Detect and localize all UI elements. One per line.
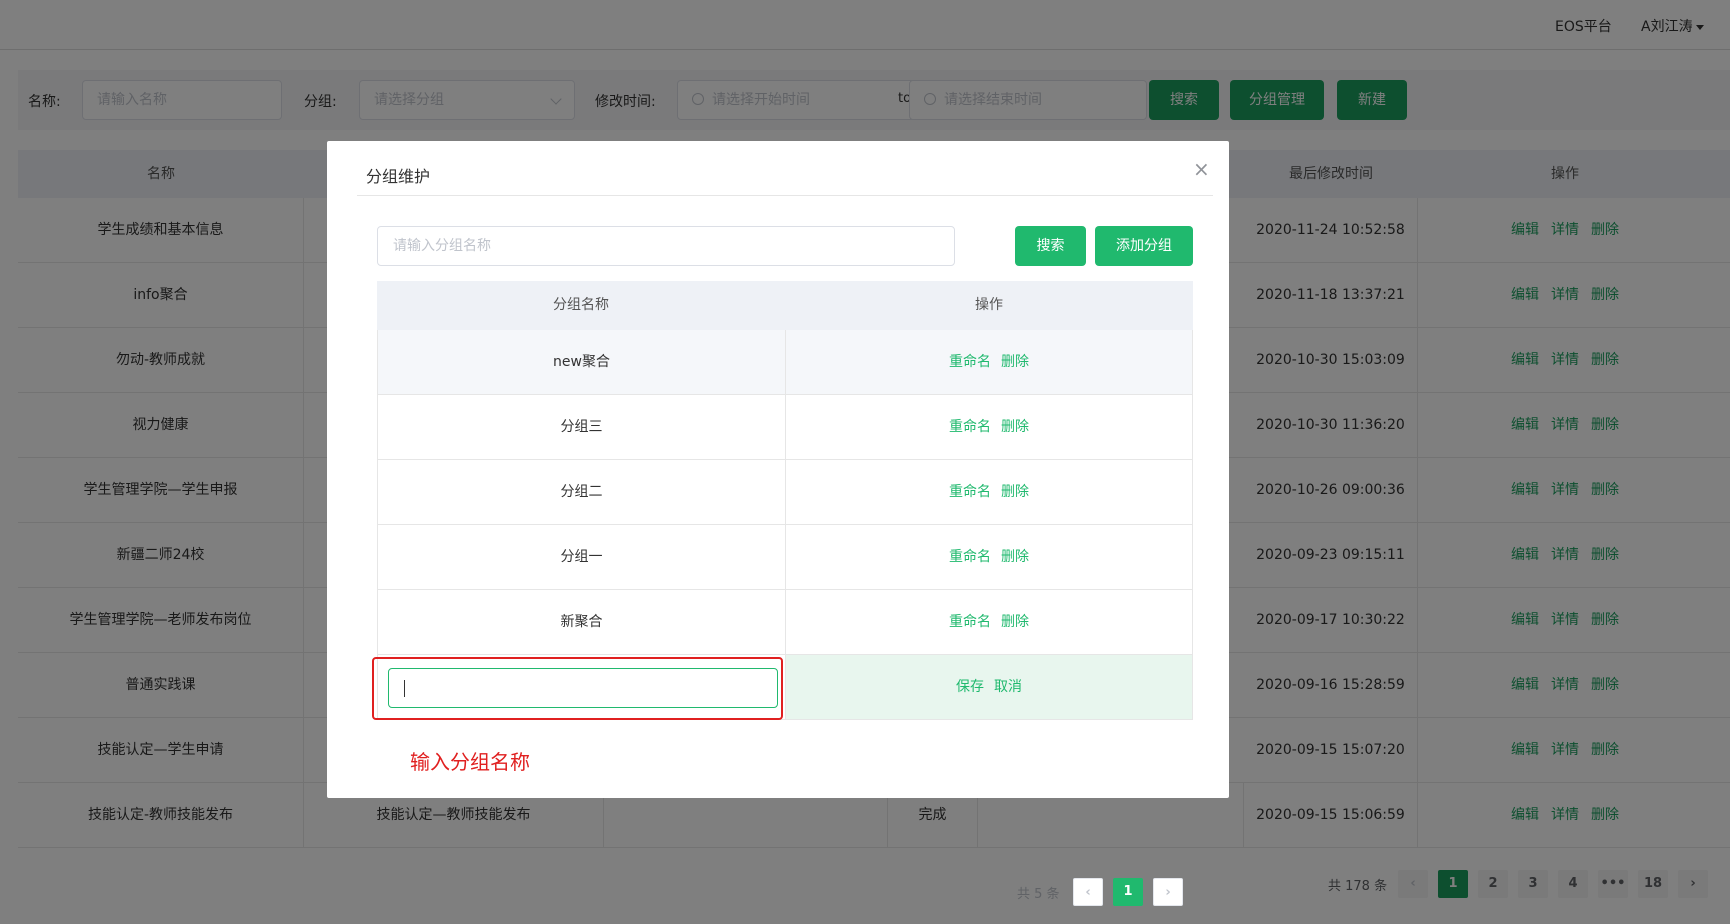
rename-link[interactable]: 重命名 [949,614,991,630]
delete-link[interactable]: 删除 [1001,419,1029,435]
dialog-next-page-button[interactable]: › [1153,878,1183,906]
group-ops: 重命名 删除 [786,330,1192,394]
group-name: 分组三 [378,395,786,459]
rename-link[interactable]: 重命名 [949,419,991,435]
new-group-ops: 保存 取消 [786,655,1192,719]
group-row: 分组二 重命名 删除 [377,460,1193,525]
group-search-input[interactable]: 请输入分组名称 [377,226,955,266]
group-row: new聚合 重命名 删除 [377,330,1193,395]
annotation-label: 输入分组名称 [410,750,530,774]
header-group-ops: 操作 [975,297,1003,313]
add-group-button[interactable]: 添加分组 [1095,226,1193,266]
save-link[interactable]: 保存 [956,679,984,695]
dialog-pagination: 共 5 条 ‹ 1 › [1017,878,1193,906]
group-table-header: 分组名称 操作 [377,281,1193,330]
delete-link[interactable]: 删除 [1001,614,1029,630]
group-ops: 重命名 删除 [786,590,1192,654]
group-name: 分组一 [378,525,786,589]
delete-link[interactable]: 删除 [1001,354,1029,370]
rename-link[interactable]: 重命名 [949,549,991,565]
annotation-highlight-box [372,657,783,720]
header-group-name: 分组名称 [553,297,609,313]
group-ops: 重命名 删除 [786,525,1192,589]
rename-link[interactable]: 重命名 [949,484,991,500]
close-icon[interactable]: × [1193,159,1210,179]
group-row: 分组一 重命名 删除 [377,525,1193,590]
group-row: 新聚合 重命名 删除 [377,590,1193,655]
dialog-prev-page-button[interactable]: ‹ [1073,878,1103,906]
group-ops: 重命名 删除 [786,460,1192,524]
group-ops: 重命名 删除 [786,395,1192,459]
group-row: 分组三 重命名 删除 [377,395,1193,460]
delete-link[interactable]: 删除 [1001,484,1029,500]
dialog-pagination-total: 共 5 条 [1017,887,1060,902]
cancel-link[interactable]: 取消 [994,679,1022,695]
delete-link[interactable]: 删除 [1001,549,1029,565]
rename-link[interactable]: 重命名 [949,354,991,370]
group-name: 分组二 [378,460,786,524]
title-divider [357,195,1213,196]
group-name: new聚合 [378,330,786,394]
group-name: 新聚合 [378,590,786,654]
dialog-title: 分组维护 [366,167,431,186]
dialog-search-button[interactable]: 搜索 [1015,226,1086,266]
dialog-page-1-button[interactable]: 1 [1113,878,1143,906]
